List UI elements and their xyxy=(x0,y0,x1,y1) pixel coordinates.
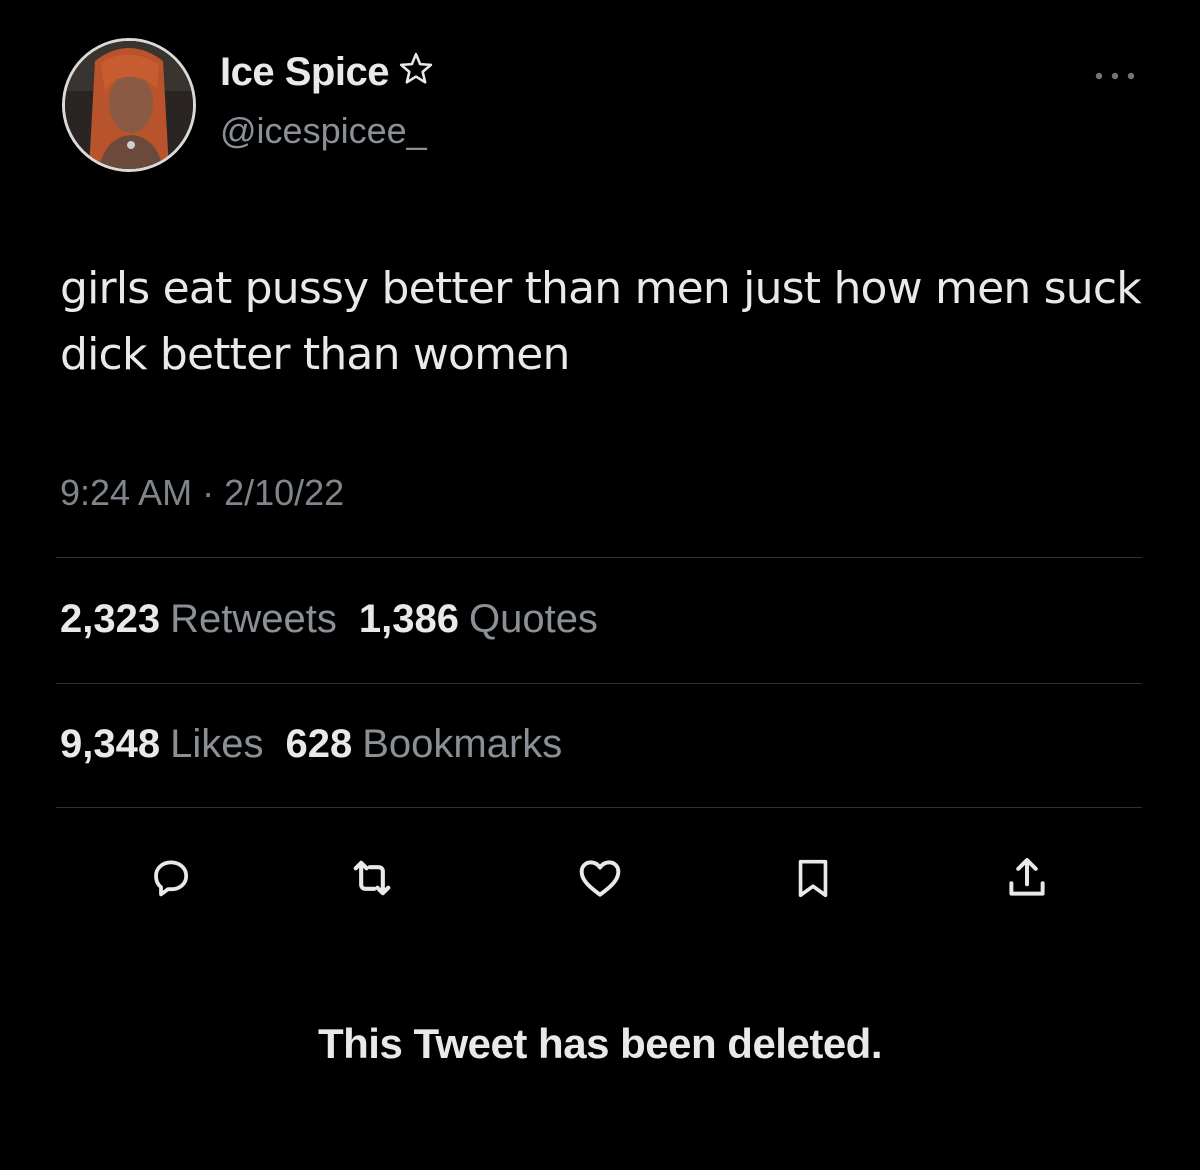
tweet-timestamp[interactable]: 9:24 AM · 2/10/22 xyxy=(60,472,344,514)
reply-icon xyxy=(154,860,189,897)
quotes-label: Quotes xyxy=(468,597,598,641)
quotes-count: 1,386 xyxy=(358,597,459,641)
bookmarks-count: 628 xyxy=(285,722,353,766)
retweets-label: Retweets xyxy=(170,597,337,641)
share-icon xyxy=(1009,858,1045,896)
bookmark-icon xyxy=(798,859,828,898)
divider xyxy=(56,807,1142,808)
retweets-count: 2,323 xyxy=(60,597,161,641)
likes-stat[interactable]: 9,348 Likes xyxy=(60,722,286,766)
retweet-icon xyxy=(353,860,391,896)
stats-row-reactions: 9,348 Likes 628 Bookmarks xyxy=(60,722,584,767)
heart-icon xyxy=(579,860,621,897)
deleted-notice: This Tweet has been deleted. xyxy=(317,1020,883,1067)
user-handle[interactable]: @icespicee_ xyxy=(220,110,427,152)
likes-count: 9,348 xyxy=(60,722,161,766)
reply-button[interactable] xyxy=(141,848,201,908)
stats-row-engagement: 2,323 Retweets 1,386 Quotes xyxy=(60,597,620,642)
display-name-text: Ice Spice xyxy=(220,50,389,94)
retweet-button[interactable] xyxy=(342,848,402,908)
like-button[interactable] xyxy=(570,848,630,908)
likes-label: Likes xyxy=(170,722,264,766)
divider xyxy=(56,683,1142,684)
star-outline-icon xyxy=(397,50,435,98)
bookmark-button[interactable] xyxy=(783,848,843,908)
display-name[interactable]: Ice Spice xyxy=(220,50,435,98)
avatar[interactable] xyxy=(62,38,196,172)
tweet-text: girls eat pussy better than men just how… xyxy=(60,263,1142,380)
quotes-stat[interactable]: 1,386 Quotes xyxy=(359,597,620,641)
retweets-stat[interactable]: 2,323 Retweets xyxy=(60,597,359,641)
more-horizontal-icon[interactable] xyxy=(1090,66,1140,86)
bookmarks-stat[interactable]: 628 Bookmarks xyxy=(286,722,585,766)
share-button[interactable] xyxy=(997,848,1057,908)
divider xyxy=(56,557,1142,558)
bookmarks-label: Bookmarks xyxy=(362,722,563,766)
